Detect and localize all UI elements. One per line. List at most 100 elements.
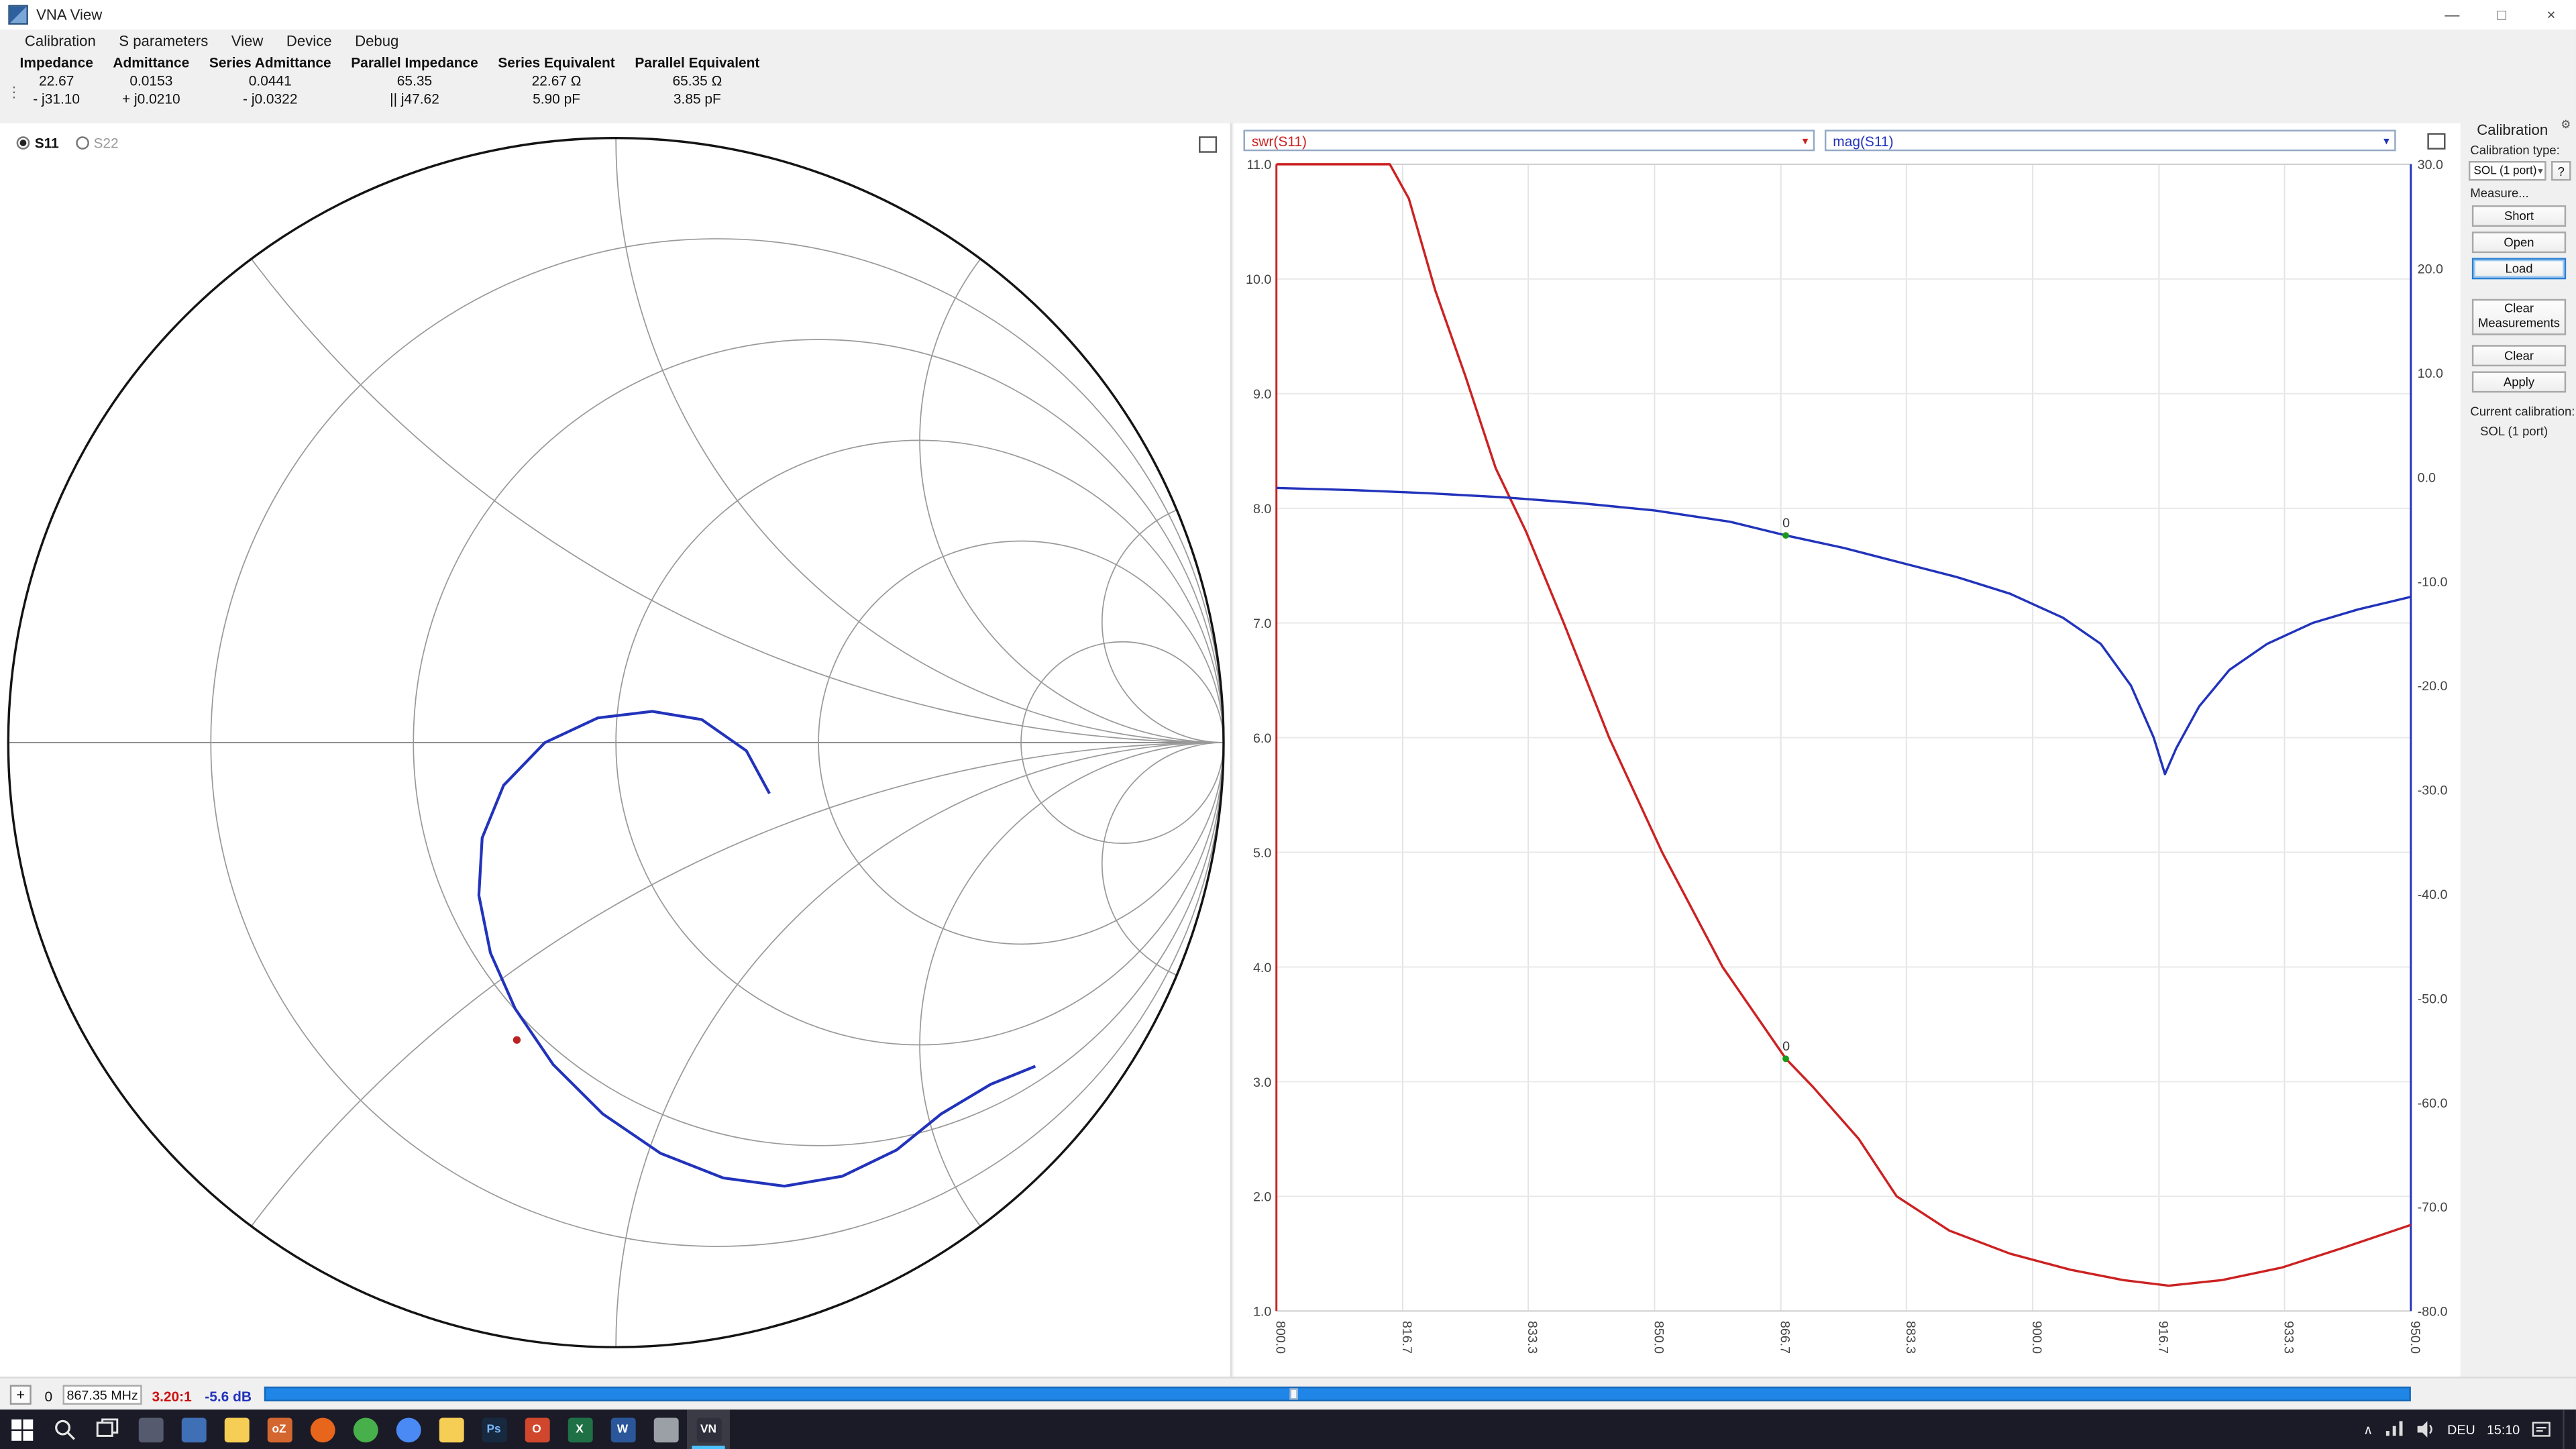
chrome-browser[interactable] xyxy=(386,1409,429,1449)
calibration-type-select[interactable]: SOL (1 port) ▾ xyxy=(2469,161,2546,180)
readout-value: 65.35 Ω xyxy=(635,72,759,89)
search-button[interactable] xyxy=(43,1409,86,1449)
s11-trace xyxy=(479,711,1036,1186)
app-red-o[interactable]: O xyxy=(515,1409,558,1449)
menu-calibration[interactable]: Calibration xyxy=(13,32,107,48)
smith-chart-panel: S11 S22 xyxy=(0,123,1232,1377)
readout-value: 3.85 pF xyxy=(635,91,759,107)
svg-text:-30.0: -30.0 xyxy=(2418,784,2448,798)
trace2-selector[interactable]: mag(S11) ▾ xyxy=(1825,129,2396,151)
add-marker-button[interactable]: + xyxy=(10,1385,32,1405)
svg-text:7.0: 7.0 xyxy=(1253,616,1271,631)
file-explorer[interactable] xyxy=(215,1409,258,1449)
svg-text:933.3: 933.3 xyxy=(2282,1321,2296,1354)
calibration-title: Calibration xyxy=(2477,121,2548,138)
app-mail[interactable] xyxy=(172,1409,215,1449)
apply-button[interactable]: Apply xyxy=(2472,371,2566,392)
svg-text:2.0: 2.0 xyxy=(1253,1190,1271,1205)
plot-grid xyxy=(1277,164,2411,1311)
svg-text:6.0: 6.0 xyxy=(1253,731,1271,746)
window-title: VNA View xyxy=(36,7,102,23)
menu-device[interactable]: Device xyxy=(275,32,343,48)
screen: VNA View — □ × Calibration S parameters … xyxy=(0,0,2576,1449)
marker-mag xyxy=(1782,532,1789,539)
excel[interactable]: X xyxy=(558,1409,601,1449)
readout-impedance: Impedance 22.67 - j31.10 xyxy=(20,54,93,107)
svg-text:10.0: 10.0 xyxy=(2418,366,2443,381)
language-indicator[interactable]: DEU xyxy=(2447,1422,2475,1437)
app-green-icon xyxy=(353,1417,378,1442)
word-icon: W xyxy=(610,1417,635,1442)
calibration-sidebar: Calibration ⚙ Calibration type: SOL (1 p… xyxy=(2464,115,2576,1377)
panel-options-icon[interactable]: ⚙ xyxy=(2561,118,2571,131)
menu-s-parameters[interactable]: S parameters xyxy=(107,32,219,48)
svg-text:850.0: 850.0 xyxy=(1651,1321,1666,1354)
close-button[interactable]: × xyxy=(2526,0,2576,30)
readout-strip: ⋮ Impedance 22.67 - j31.10 Admittance 0.… xyxy=(0,51,2576,115)
short-button[interactable]: Short xyxy=(2472,205,2566,227)
svg-text:-40.0: -40.0 xyxy=(2418,888,2448,902)
app-orange-tool[interactable]: oZ xyxy=(258,1409,301,1449)
smith-chart[interactable] xyxy=(0,123,1230,1377)
app-green[interactable] xyxy=(343,1409,386,1449)
start-button[interactable] xyxy=(0,1409,43,1449)
readout-header: Series Admittance xyxy=(209,54,331,70)
readout-series-equivalent: Series Equivalent 22.67 Ω 5.90 pF xyxy=(498,54,614,107)
marker-swr-value: 3.20:1 xyxy=(152,1388,191,1404)
maximize-panel-icon[interactable] xyxy=(2427,133,2445,149)
svg-text:11.0: 11.0 xyxy=(1247,158,1272,172)
readout-value: 65.35 xyxy=(351,72,478,89)
slider-handle[interactable] xyxy=(1290,1388,1298,1399)
maximize-button[interactable]: □ xyxy=(2477,0,2526,30)
xy-plot[interactable]: 11.010.09.08.07.06.05.04.03.02.01.030.02… xyxy=(1234,123,2461,1377)
firefox-browser[interactable] xyxy=(301,1409,343,1449)
windows-logo-icon xyxy=(11,1419,32,1440)
svg-text:-10.0: -10.0 xyxy=(2418,575,2448,590)
radio-unselected-icon xyxy=(75,136,89,150)
readout-admittance: Admittance 0.0153 + j0.0210 xyxy=(113,54,189,107)
calibration-type-value: SOL (1 port) xyxy=(2473,166,2536,177)
vna-view-active[interactable]: VN xyxy=(687,1409,730,1449)
measure-label: Measure... xyxy=(2470,186,2528,201)
show-desktop-button[interactable] xyxy=(2563,1409,2569,1449)
readout-series-admittance: Series Admittance 0.0441 - j0.0322 xyxy=(209,54,331,107)
app-orange-tool-icon: oZ xyxy=(267,1417,292,1442)
main-area: S11 S22 11.010.09.08.07.06.05.04.03.02.0… xyxy=(0,115,2576,1377)
readout-header: Series Equivalent xyxy=(498,54,614,70)
taskbar: oZ PsOXW VN ∧ DEU 15:10 xyxy=(0,1409,2576,1449)
frequency-slider[interactable] xyxy=(264,1387,2411,1401)
clear-measurements-button[interactable]: Clear Measurements xyxy=(2472,299,2566,335)
clear-button[interactable]: Clear xyxy=(2472,345,2566,366)
svg-text:20.0: 20.0 xyxy=(2418,262,2443,277)
app-gray[interactable] xyxy=(644,1409,687,1449)
trace1-selector[interactable]: swr(S11) ▾ xyxy=(1244,129,1815,151)
svg-text:1.0: 1.0 xyxy=(1253,1305,1271,1320)
menu-view[interactable]: View xyxy=(220,32,275,48)
word[interactable]: W xyxy=(601,1409,644,1449)
help-button[interactable]: ? xyxy=(2551,161,2571,180)
volume-icon[interactable] xyxy=(2416,1421,2436,1437)
app-media[interactable] xyxy=(129,1409,172,1449)
trace-mag(S11) xyxy=(1277,488,2411,774)
menu-debug[interactable]: Debug xyxy=(343,32,411,48)
marker-frequency-field[interactable]: 867.35 MHz xyxy=(63,1385,142,1405)
photoshop[interactable]: Ps xyxy=(472,1409,515,1449)
tray-chevron-up-icon[interactable]: ∧ xyxy=(2363,1422,2373,1437)
readout-value: + j0.0210 xyxy=(113,91,189,107)
open-button[interactable]: Open xyxy=(2472,231,2566,253)
action-center-icon[interactable] xyxy=(2531,1420,2551,1438)
folder-2[interactable] xyxy=(429,1409,472,1449)
chrome-browser-icon xyxy=(396,1417,421,1442)
load-button[interactable]: Load xyxy=(2472,258,2566,279)
readout-value: 0.0441 xyxy=(209,72,331,89)
s11-radio[interactable]: S11 xyxy=(17,135,59,151)
clock[interactable]: 15:10 xyxy=(2487,1422,2520,1437)
s22-radio-label: S22 xyxy=(93,135,118,151)
task-view-button[interactable] xyxy=(86,1409,129,1449)
readout-parallel-impedance: Parallel Impedance 65.35 || j47.62 xyxy=(351,54,478,107)
readout-header: Parallel Impedance xyxy=(351,54,478,70)
s22-radio[interactable]: S22 xyxy=(75,135,118,151)
minimize-button[interactable]: — xyxy=(2427,0,2477,30)
network-icon[interactable] xyxy=(2385,1421,2405,1437)
trace1-label: swr(S11) xyxy=(1252,133,1307,149)
